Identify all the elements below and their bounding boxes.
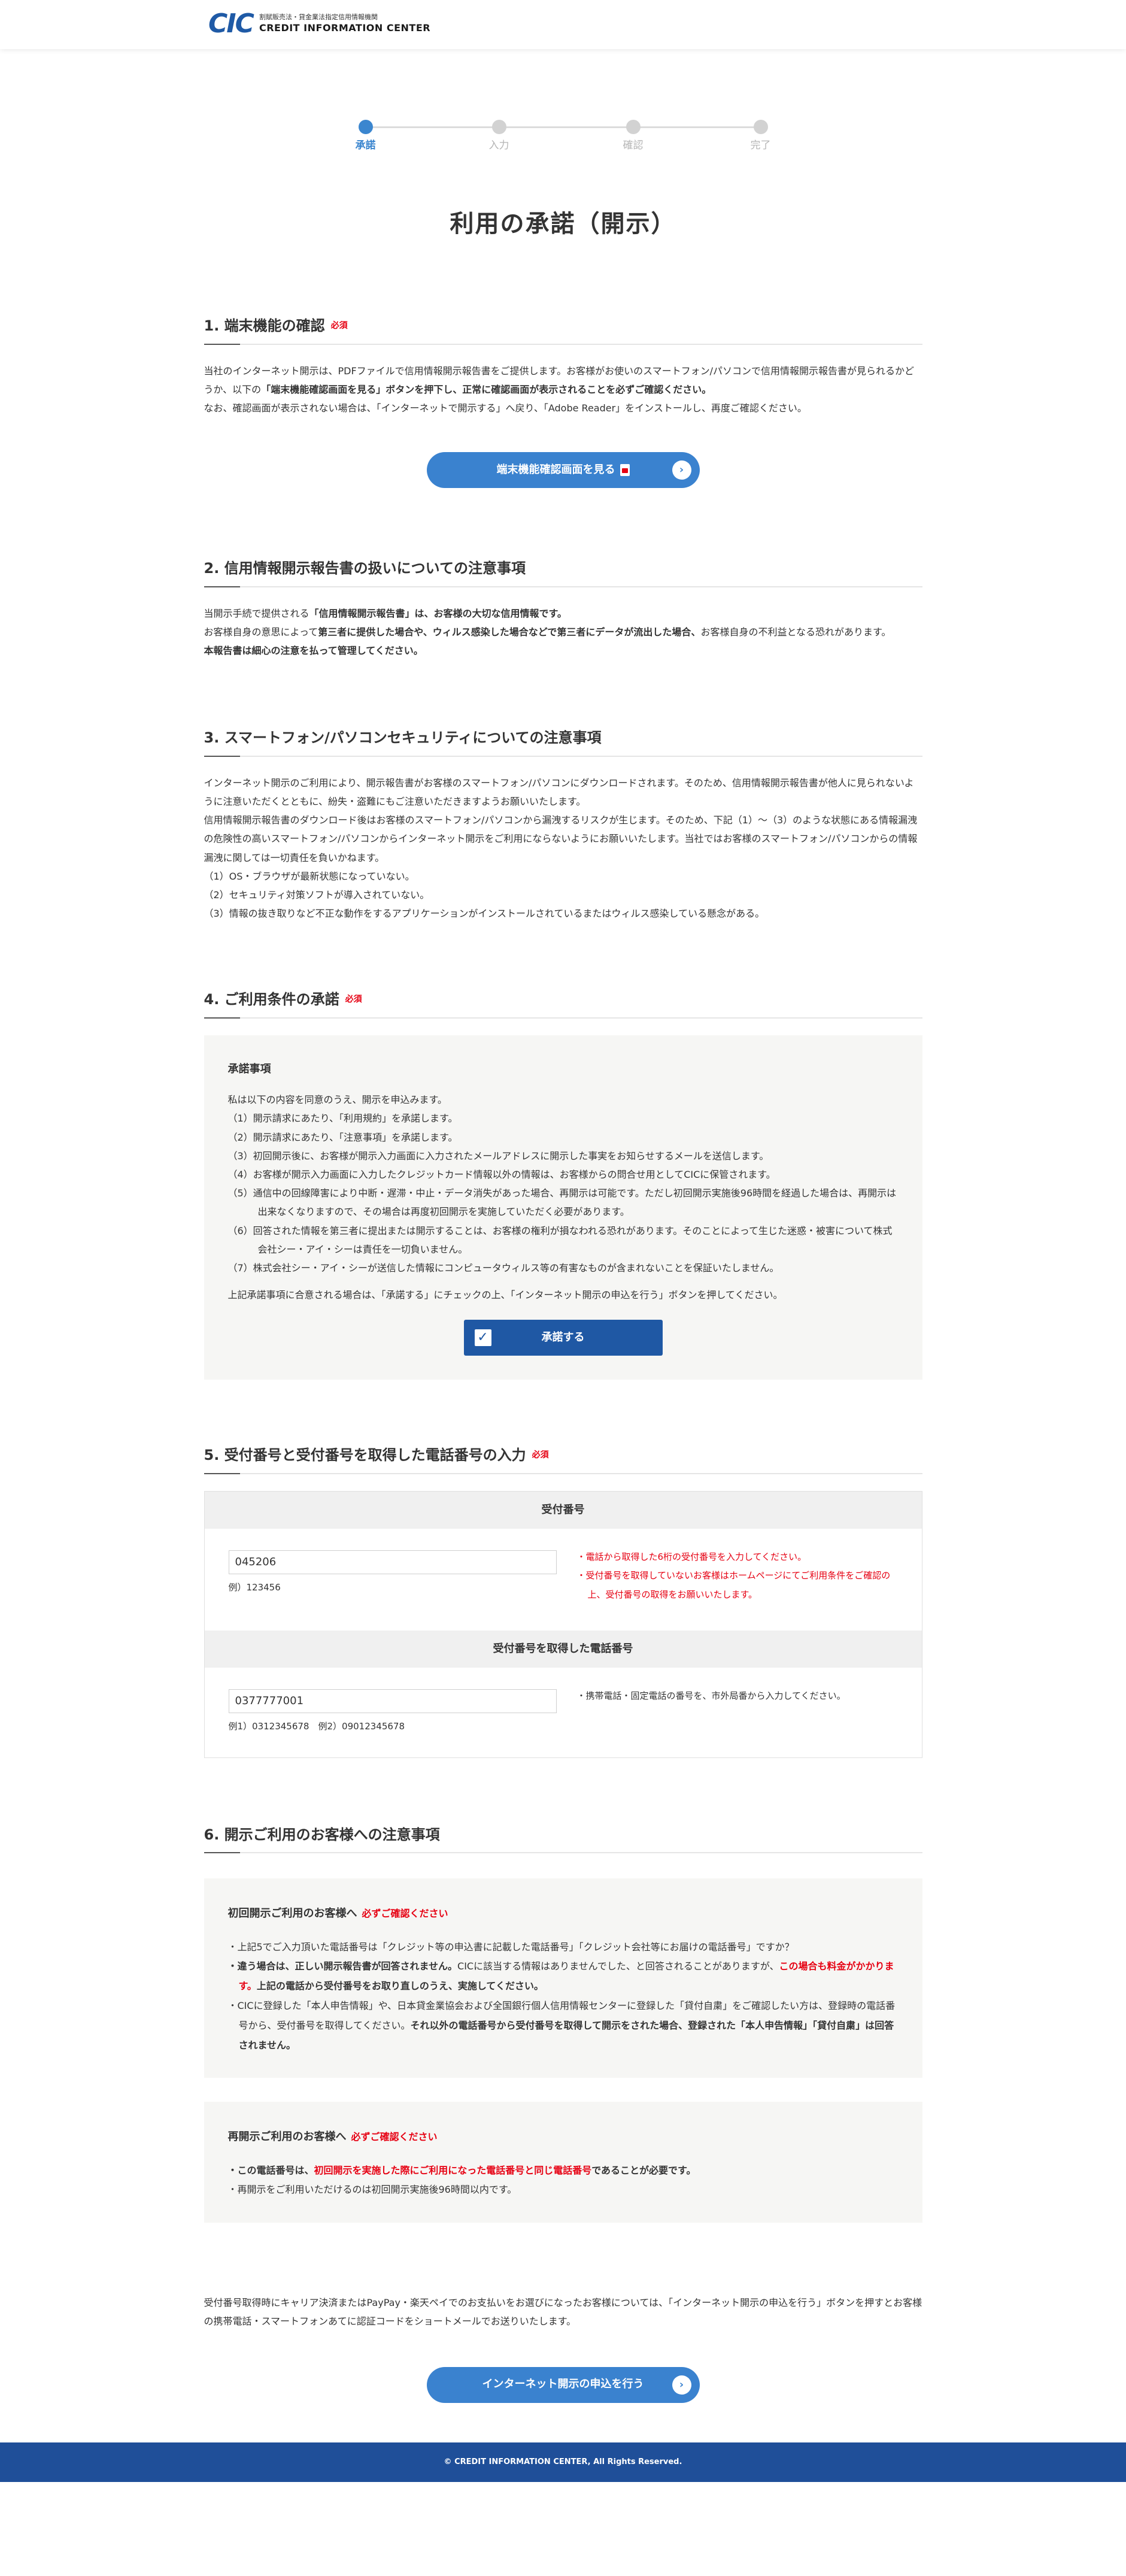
- step-dot: [491, 120, 506, 134]
- list-item: （6）回答された情報を第三者に提出または開示することは、お客様の権利が損なわれる…: [227, 1225, 893, 1255]
- receipt-form: 受付番号 例）123456 ・電話から取得した6桁の受付番号を入力してください。…: [204, 1490, 922, 1758]
- chevron-right-icon: ›: [672, 460, 691, 480]
- receipt-note: ・受付番号を取得していないお客様はホームページにてご利用条件をご確認の上、受付番…: [576, 1570, 891, 1600]
- section-security: 3. スマートフォン/パソコンセキュリティについての注意事項 インターネット開示…: [204, 728, 922, 923]
- section-title: 4. ご利用条件の承諾: [204, 991, 339, 1008]
- section-divider: [204, 1852, 922, 1854]
- notice-title: 初回開示ご利用のお客様へ: [227, 1907, 357, 1920]
- list-item: （3）初回開示後に、お客様が開示入力画面に入力されたメールアドレスに開示した事実…: [227, 1150, 769, 1162]
- step-complete: 完了: [737, 120, 785, 153]
- agree-checkbox-button[interactable]: ✓ 承諾する: [463, 1320, 663, 1356]
- main-content: 承諾 入力 確認 完了 利用の承諾（開示） 1. 端末機能の確認 必須 当社のイ…: [204, 120, 922, 2403]
- list-item: ・再開示をご利用いただけるのは初回開示実施後96時間以内です。: [227, 2184, 517, 2196]
- step-label: 承諾: [355, 140, 376, 151]
- list-item: ・CICに登録した「本人申告情報」や、日本貸金業協会および全国銀行個人信用情報セ…: [227, 2000, 896, 2051]
- step-consent: 承諾: [342, 120, 390, 153]
- paragraph: 当社のインターネット開示は、PDFファイルで信用情報開示報告書をご提供します。お…: [204, 365, 915, 395]
- phone-note: ・携帯電話・固定電話の番号を、市外局番から入力してください。: [576, 1690, 846, 1701]
- list-item: （1）OS・ブラウザが最新状態になっていない。: [204, 870, 415, 882]
- section-report-handling: 2. 信用情報開示報告書の扱いについての注意事項 当開示手続で提供される「信用情…: [204, 559, 922, 660]
- paragraph: 本報告書は細心の注意を払って管理してください。: [204, 645, 423, 657]
- logo[interactable]: CIC 割賦販売法・貸金業法指定信用情報機関 CREDIT INFORMATIO…: [208, 11, 430, 37]
- phone-number-header: 受付番号を取得した電話番号: [204, 1630, 922, 1668]
- list-item: （2）開示請求にあたり、「注意事項」を承諾します。: [227, 1131, 458, 1143]
- section-device-check: 1. 端末機能の確認 必須 当社のインターネット開示は、PDFファイルで信用情報…: [204, 316, 922, 489]
- logo-mark: CIC: [208, 8, 254, 39]
- terms-box: 承諾事項 私は以下の内容を同意のうえ、開示を申込みます。 （1）開示請求にあたり…: [204, 1035, 922, 1380]
- paragraph: 当開示手続で提供される「信用情報開示報告書」は、お客様の大切な信用情報です。: [204, 607, 567, 619]
- step-dot: [358, 120, 373, 134]
- chevron-right-icon: ›: [672, 2375, 691, 2395]
- section-title: 5. 受付番号と受付番号を取得した電話番号の入力: [204, 1447, 526, 1464]
- step-label: 入力: [488, 140, 509, 151]
- page-title: 利用の承諾（開示）: [450, 210, 676, 238]
- section-title: 2. 信用情報開示報告書の扱いについての注意事項: [204, 560, 526, 577]
- section-receipt-input: 5. 受付番号と受付番号を取得した電話番号の入力 必須 受付番号 例）12345…: [204, 1445, 922, 1758]
- phone-number-input[interactable]: [228, 1689, 557, 1713]
- logo-title: CREDIT INFORMATION CENTER: [259, 22, 431, 34]
- section-divider: [204, 1472, 922, 1474]
- paragraph: 信用情報開示報告書のダウンロード後はお客様のスマートフォン/パソコンから漏洩する…: [204, 814, 918, 863]
- paragraph: インターネット開示のご利用により、開示報告書がお客様のスマートフォン/パソコンに…: [204, 777, 914, 808]
- logo-subtitle: 割賦販売法・貸金業法指定信用情報機関: [259, 13, 378, 22]
- site-header: CIC 割賦販売法・貸金業法指定信用情報機関 CREDIT INFORMATIO…: [0, 0, 1126, 49]
- list-item: ・上記5でご入力頂いた電話番号は「クレジット等の申込書に記載した電話番号」「クレ…: [227, 1941, 794, 1953]
- receipt-number-example: 例）123456: [228, 1581, 281, 1593]
- section-divider: [204, 343, 922, 345]
- section-divider: [204, 755, 922, 757]
- submit-disclosure-button[interactable]: インターネット開示の申込を行う ›: [426, 2366, 700, 2403]
- terms-box-title: 承諾事項: [227, 1063, 271, 1075]
- notice-title: 再開示ご利用のお客様へ: [227, 2130, 347, 2144]
- checkbox-checked-icon: ✓: [474, 1329, 491, 1347]
- paragraph: 上記承諾事項に合意される場合は、「承諾する」にチェックの上、「インターネット開示…: [227, 1289, 783, 1301]
- section-title: 3. スマートフォン/パソコンセキュリティについての注意事項: [204, 729, 602, 747]
- receipt-number-input[interactable]: [228, 1550, 557, 1574]
- step-input: 入力: [475, 120, 523, 153]
- list-item: ・違う場合は、正しい開示報告書が回答されません。CICに該当する情報はありません…: [227, 1960, 894, 1992]
- section-title: 1. 端末機能の確認: [204, 317, 325, 334]
- list-item: （1）開示請求にあたり、「利用規約」を承諾します。: [227, 1113, 458, 1125]
- required-badge: 必須: [345, 995, 362, 1005]
- receipt-note: ・電話から取得した6桁の受付番号を入力してください。: [576, 1551, 807, 1562]
- copyright-text: © CREDIT INFORMATION CENTER, All Rights …: [444, 2457, 682, 2466]
- receipt-number-header: 受付番号: [204, 1491, 922, 1529]
- required-badge: 必須: [330, 321, 348, 331]
- phone-number-example: 例1）0312345678 例2）09012345678: [228, 1720, 405, 1732]
- list-item: ・この電話番号は、初回開示を実施した際にご利用になった電話番号と同じ電話番号であ…: [227, 2164, 696, 2176]
- section-divider: [204, 1017, 922, 1019]
- first-time-notice: 初回開示ご利用のお客様へ 必ずご確認ください ・上記5でご入力頂いた電話番号は「ク…: [204, 1878, 922, 2078]
- re-disclosure-notice: 再開示ご利用のお客様へ 必ずご確認ください ・この電話番号は、初回開示を実施した際…: [204, 2102, 922, 2223]
- pdf-icon: [620, 464, 630, 477]
- step-label: 確認: [623, 140, 644, 151]
- section-title: 6. 開示ご利用のお客様への注意事項: [204, 1826, 440, 1843]
- section-terms: 4. ご利用条件の承諾 必須 承諾事項 私は以下の内容を同意のうえ、開示を申込み…: [204, 990, 922, 1380]
- carrier-payment-note: 受付番号取得時にキャリア決済またはPayPay・楽天ペイでのお支払いをお選びにな…: [204, 2297, 922, 2328]
- terms-list: （1）開示請求にあたり、「利用規約」を承諾します。 （2）開示請求にあたり、「注…: [228, 1109, 899, 1277]
- step-dot: [753, 120, 768, 134]
- step-confirm: 確認: [609, 120, 657, 153]
- site-footer: © CREDIT INFORMATION CENTER, All Rights …: [0, 2442, 1126, 2482]
- paragraph: 私は以下の内容を同意のうえ、開示を申込みます。: [227, 1094, 447, 1106]
- must-check-label: 必ずご確認ください: [362, 1908, 448, 1920]
- stepper-line: [365, 126, 761, 128]
- required-badge: 必須: [532, 1450, 549, 1460]
- list-item: （3）情報の抜き取りなど不正な動作をするアプリケーションがインストールされている…: [204, 908, 765, 920]
- paragraph: お客様自身の意思によって第三者に提供した場合や、ウィルス感染した場合などで第三者…: [204, 626, 891, 638]
- list-item: （5）通信中の回線障害により中断・遅滞・中止・データ消失があった場合、再開示は可…: [227, 1187, 897, 1218]
- section-divider: [204, 586, 922, 587]
- step-label: 完了: [750, 140, 771, 151]
- section-notices: 6. 開示ご利用のお客様への注意事項 初回開示ご利用のお客様へ 必ずご確認ください…: [204, 1825, 922, 2223]
- list-item: （7）株式会社シー・アイ・シーが送信した情報にコンピュータウィルス等の有害なもの…: [227, 1262, 779, 1274]
- list-item: （4）お客様が開示入力画面に入力したクレジットカード情報以外の情報は、お客様から…: [227, 1168, 776, 1180]
- list-item: （2）セキュリティ対策ソフトが導入されていない。: [204, 889, 430, 901]
- step-dot: [626, 120, 641, 134]
- must-check-label: 必ずご確認ください: [351, 2131, 438, 2143]
- paragraph: なお、確認画面が表示されない場合は、「インターネットで開示する」へ戻り、「Ado…: [204, 402, 807, 414]
- progress-stepper: 承諾 入力 確認 完了: [348, 120, 779, 174]
- device-check-button[interactable]: 端末機能確認画面を見る ›: [426, 452, 700, 489]
